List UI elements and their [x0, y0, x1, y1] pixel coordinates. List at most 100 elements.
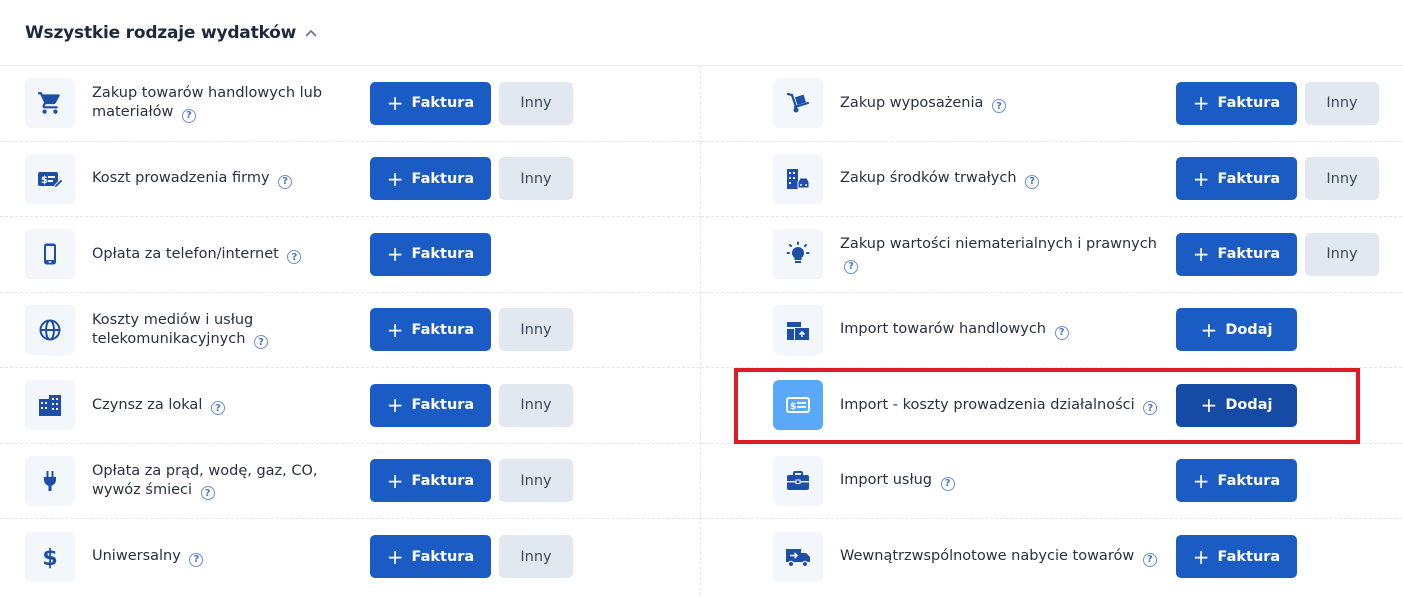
expense-row-import-koszty-prowadzenia-dzialalnosci: $ Import - koszty prowadzenia działalnośc…: [701, 368, 1402, 444]
svg-text:$: $: [790, 402, 796, 412]
expense-label-text: Zakup wyposażenia: [840, 94, 984, 111]
other-button[interactable]: Inny: [1305, 232, 1379, 276]
expense-label: Wewnątrzwspólnotowe nabycie towarów ?: [840, 547, 1176, 567]
help-icon[interactable]: ?: [1025, 174, 1040, 189]
expense-row-import-towarow-handlowych: Import towarów handlowych ? + Dodaj: [701, 293, 1402, 368]
add-button[interactable]: + Dodaj: [1176, 383, 1297, 427]
section-header[interactable]: Wszystkie rodzaje wydatków: [0, 0, 1403, 66]
help-icon[interactable]: ?: [278, 174, 293, 189]
help-icon[interactable]: ?: [189, 552, 204, 567]
expense-label: Koszt prowadzenia firmy ?: [92, 169, 370, 189]
invoice-button[interactable]: + Faktura: [370, 383, 491, 427]
expense-label-text: Import usług: [840, 472, 932, 488]
expense-column-right: Zakup wyposażenia ? + Faktura Inny Zakup śro…: [701, 66, 1402, 595]
plus-icon: +: [386, 544, 404, 569]
expense-label: Import towarów handlowych ?: [840, 320, 1176, 340]
button-label: Faktura: [411, 321, 475, 338]
other-button[interactable]: Inny: [1305, 157, 1379, 201]
chevron-up-icon[interactable]: [305, 29, 317, 37]
button-label: Faktura: [411, 95, 475, 112]
expense-label: Opłata za telefon/internet ?: [92, 245, 370, 264]
expense-row-zakup-srodkow-trwalych: Zakup środków trwałych ? + Faktura Inny: [701, 142, 1402, 217]
invoice-button[interactable]: + Faktura: [370, 81, 491, 125]
button-label: Faktura: [411, 548, 475, 565]
plus-icon: +: [1192, 242, 1210, 267]
help-icon[interactable]: ?: [1054, 325, 1069, 340]
expense-row-import-uslug: Import usług ? + Faktura: [701, 444, 1402, 519]
plus-icon: +: [386, 242, 404, 267]
building-icon: [25, 380, 75, 431]
expense-column-left: Zakup towarów handlowych lub materiałów …: [0, 66, 701, 595]
svg-text:$: $: [42, 546, 57, 569]
button-label: Faktura: [1217, 246, 1281, 263]
expense-label-text: Wewnątrzwspólnotowe nabycie towarów: [840, 548, 1135, 564]
plus-icon: +: [386, 468, 404, 493]
expense-row-wewnatrzwspolnotowe-nabycie-towarow: Wewnątrzwspólnotowe nabycie towarów ? + Fa…: [701, 519, 1402, 595]
expense-label: Zakup środków trwałych ?: [840, 169, 1176, 189]
other-button[interactable]: Inny: [499, 157, 573, 201]
section-title: Wszystkie rodzaje wydatków: [25, 22, 297, 43]
lightbulb-icon: [773, 229, 823, 280]
expense-label-text: Uniwersalny: [92, 548, 181, 564]
expense-row-zakup-wartosci-niematerialnych-i-prawnych: Zakup wartości niematerialnych i prawnyc…: [701, 217, 1402, 293]
other-button[interactable]: Inny: [499, 383, 573, 427]
expense-label-text: Opłata za telefon/internet: [92, 245, 279, 262]
expense-label: Import - koszty prowadzenia działalności…: [840, 396, 1176, 415]
expense-label-text: Koszt prowadzenia firmy: [92, 170, 270, 186]
expense-row-zakup-wyposazenia: Zakup wyposażenia ? + Faktura Inny: [701, 66, 1402, 142]
expense-label: Zakup towarów handlowych lub materiałów …: [92, 84, 370, 123]
help-icon[interactable]: ?: [940, 476, 955, 491]
plus-icon: +: [1192, 544, 1210, 569]
expense-label: Koszty mediów i usług telekomunikacyjnyc…: [92, 311, 370, 349]
button-label: Faktura: [411, 246, 475, 263]
invoice-button[interactable]: + Faktura: [370, 535, 491, 579]
invoice-button[interactable]: + Faktura: [370, 157, 491, 201]
cart-icon: [25, 78, 75, 129]
expense-label-text: Zakup towarów handlowych lub materiałów: [92, 85, 323, 120]
invoice-button[interactable]: + Faktura: [1176, 81, 1297, 125]
help-icon[interactable]: ?: [1143, 401, 1158, 415]
plug-icon: [25, 455, 75, 506]
button-label: Faktura: [411, 472, 475, 489]
svg-text:$: $: [41, 175, 48, 186]
help-icon[interactable]: ?: [287, 250, 302, 264]
expense-label: Zakup wartości niematerialnych i prawnyc…: [840, 235, 1176, 274]
button-label: Faktura: [1217, 95, 1281, 112]
expense-row-koszt-prowadzenia-firmy: $ Koszt prowadzenia firmy ? + Faktura Inny: [0, 142, 700, 217]
expense-label: Import usług ?: [840, 471, 1176, 491]
other-button[interactable]: Inny: [1305, 81, 1379, 125]
expense-row-koszty-mediow-i-uslug-telekomunikacyjnych: Koszty mediów i usług telekomunikacyjnyc…: [0, 293, 700, 368]
help-icon[interactable]: ?: [210, 401, 225, 415]
invoice-button[interactable]: + Faktura: [1176, 232, 1297, 276]
help-icon[interactable]: ?: [1142, 552, 1157, 567]
expense-label: Opłata za prąd, wodę, gaz, CO, wywóz śmi…: [92, 462, 370, 500]
help-icon[interactable]: ?: [254, 335, 268, 349]
other-button[interactable]: Inny: [499, 81, 573, 125]
expense-label-text: Import towarów handlowych: [840, 321, 1046, 337]
invoice-button[interactable]: + Faktura: [1176, 157, 1297, 201]
expense-label: Zakup wyposażenia ?: [840, 94, 1176, 113]
invoice-button[interactable]: + Faktura: [1176, 535, 1297, 579]
other-button[interactable]: Inny: [499, 459, 573, 503]
plus-icon: +: [386, 91, 404, 116]
help-icon[interactable]: ?: [844, 259, 858, 274]
plus-icon: +: [1192, 166, 1210, 191]
invoice-button[interactable]: + Faktura: [370, 459, 491, 503]
other-button[interactable]: Inny: [499, 308, 573, 352]
invoice-button[interactable]: + Faktura: [370, 232, 491, 276]
invoice-button[interactable]: + Faktura: [370, 308, 491, 352]
expense-row-zakup-towarow-handlowych-lub-materialow: Zakup towarów handlowych lub materiałów …: [0, 66, 700, 142]
button-label: Faktura: [1217, 548, 1281, 565]
money-edit-icon: $: [25, 153, 75, 204]
plus-icon: +: [1200, 393, 1218, 418]
other-button[interactable]: Inny: [499, 535, 573, 579]
expense-label-text: Zakup wartości niematerialnych i prawnyc…: [840, 236, 1157, 252]
hand-truck-icon: [773, 78, 823, 129]
add-button[interactable]: + Dodaj: [1176, 308, 1297, 352]
button-label: Dodaj: [1225, 397, 1273, 414]
invoice-button[interactable]: + Faktura: [1176, 459, 1297, 503]
help-icon[interactable]: ?: [181, 108, 196, 123]
expense-row-oplata-za-telefon-internet: Opłata za telefon/internet ? + Faktura: [0, 217, 700, 293]
help-icon[interactable]: ?: [200, 486, 215, 500]
help-icon[interactable]: ?: [991, 99, 1006, 113]
